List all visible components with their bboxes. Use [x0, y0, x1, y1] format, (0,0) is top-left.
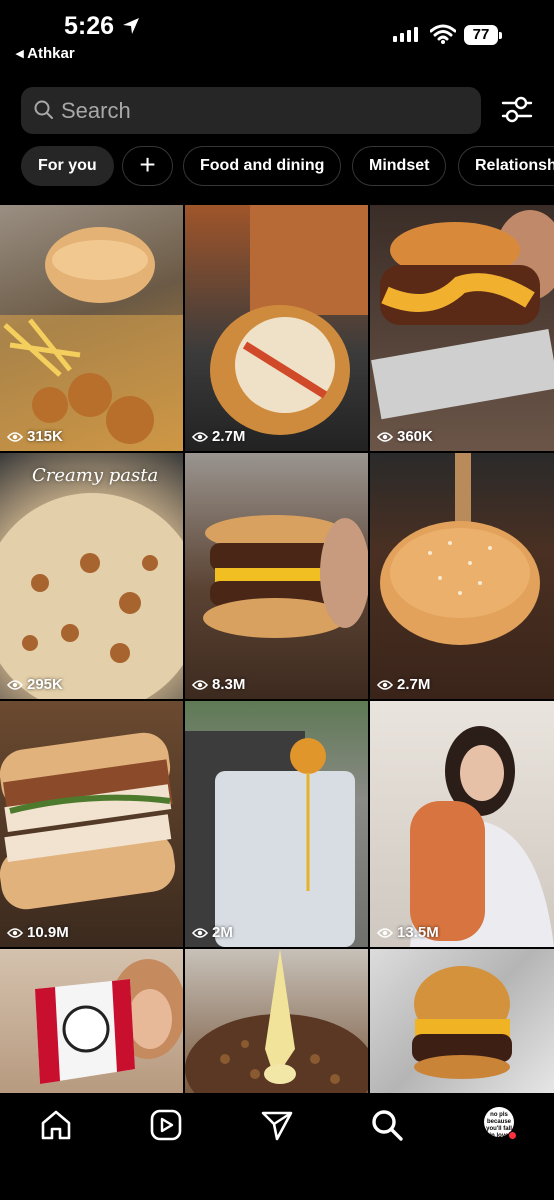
location-arrow-icon: [123, 18, 139, 34]
home-icon[interactable]: [38, 1107, 74, 1143]
views-eye-icon: [377, 927, 393, 938]
views-eye-icon: [377, 679, 393, 690]
status-time: 5:26: [64, 12, 115, 40]
view-count: 13.5M: [377, 924, 439, 941]
view-count: 315K: [7, 428, 63, 445]
views-eye-icon: [7, 431, 23, 442]
view-count-label: 295K: [27, 676, 63, 693]
reels-icon[interactable]: [148, 1107, 184, 1143]
view-count-label: 315K: [27, 428, 63, 445]
search-icon: [34, 100, 53, 119]
battery-indicator: 77: [464, 25, 502, 45]
grid-tile[interactable]: 13.5M: [370, 701, 554, 947]
grid-tile[interactable]: [0, 949, 183, 1093]
views-eye-icon: [192, 431, 208, 442]
bottom-nav: no pls because you'll fall in love: [0, 1093, 554, 1200]
view-count-label: 2.7M: [212, 428, 246, 445]
tile-image: [185, 731, 355, 947]
grid-tile[interactable]: 2M: [185, 701, 368, 947]
grid-tile[interactable]: [370, 949, 554, 1093]
views-eye-icon: [192, 679, 208, 690]
grid-tile[interactable]: 360K: [370, 205, 554, 451]
grid-tile[interactable]: [185, 949, 368, 1093]
search-explore-icon[interactable]: [369, 1107, 405, 1143]
view-count-label: 360K: [397, 428, 433, 445]
tile-image: [380, 453, 540, 645]
chip-mindset[interactable]: Mindset: [352, 146, 447, 186]
direct-messages-icon[interactable]: [259, 1107, 295, 1143]
cellular-signal-icon: [393, 27, 418, 42]
views-eye-icon: [7, 679, 23, 690]
view-count-label: 13.5M: [397, 924, 439, 941]
back-to-app-link[interactable]: ◂ Athkar: [16, 44, 75, 62]
chip-food-and-dining[interactable]: Food and dining: [183, 146, 342, 186]
grid-tile[interactable]: 8.3M: [185, 453, 368, 699]
tile-image: [410, 726, 554, 947]
status-bar: 5:26 ◂ Athkar 77: [0, 0, 554, 75]
chip-for-you[interactable]: For you: [21, 146, 114, 186]
grid-tile[interactable]: 315K: [0, 205, 183, 451]
back-app-label: Athkar: [27, 45, 75, 62]
view-count: 295K: [7, 676, 63, 693]
tile-image: [210, 205, 368, 435]
tile-image: [185, 949, 368, 1093]
view-count: 2.7M: [377, 676, 430, 693]
view-count: 8.3M: [192, 676, 245, 693]
views-eye-icon: [192, 927, 208, 938]
grid-tile[interactable]: 2.7M: [370, 453, 554, 699]
tile-image: [203, 515, 368, 638]
view-count-label: 2M: [212, 924, 233, 941]
view-count: 10.9M: [7, 924, 69, 941]
grid-tile[interactable]: 2.7M: [185, 205, 368, 451]
topic-chips: For you + Food and dining Mindset Relati…: [21, 146, 554, 186]
search-input[interactable]: [61, 87, 461, 134]
explore-grid: 315K 2.7M 360K Creamy pasta 295K 8.3M 2.…: [0, 205, 554, 1093]
add-topic-button[interactable]: +: [122, 146, 173, 186]
filter-icon[interactable]: [500, 94, 534, 126]
view-count-label: 10.9M: [27, 924, 69, 941]
tile-caption: Creamy pasta: [32, 465, 159, 486]
tile-image: [0, 227, 183, 451]
views-eye-icon: [377, 431, 393, 442]
chip-relationships[interactable]: Relationships: [458, 146, 554, 186]
view-count: 2.7M: [192, 428, 245, 445]
tile-image: [0, 493, 183, 699]
tile-image: [35, 959, 183, 1084]
grid-tile[interactable]: Creamy pasta 295K: [0, 453, 183, 699]
notification-dot: [508, 1131, 517, 1140]
view-count-label: 8.3M: [212, 676, 246, 693]
view-count: 360K: [377, 428, 433, 445]
search-bar[interactable]: [21, 87, 481, 134]
grid-tile[interactable]: 10.9M: [0, 701, 183, 947]
view-count-label: 2.7M: [397, 676, 431, 693]
wifi-icon: [430, 24, 456, 44]
views-eye-icon: [7, 927, 23, 938]
tile-image: [371, 210, 554, 420]
tile-image: [0, 732, 176, 910]
view-count: 2M: [192, 924, 233, 941]
tile-image: [412, 966, 512, 1079]
